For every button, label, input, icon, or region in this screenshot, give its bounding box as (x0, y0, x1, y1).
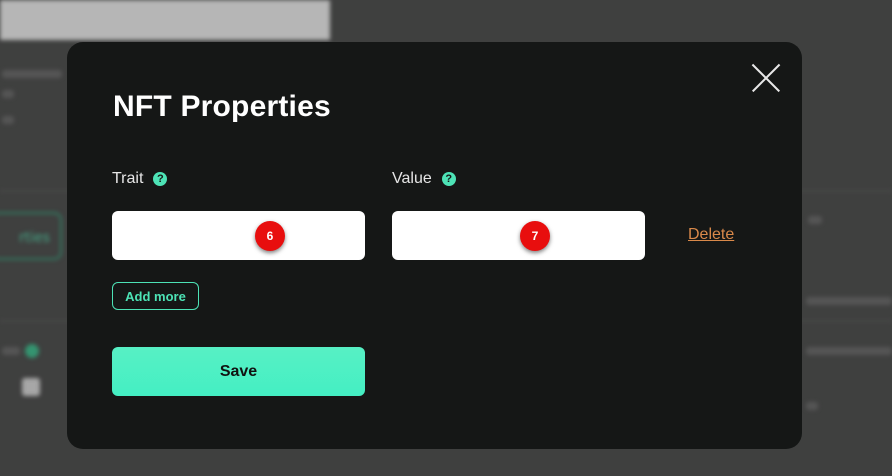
trait-input[interactable] (112, 211, 365, 260)
close-icon[interactable] (752, 64, 780, 92)
value-label: Value (392, 170, 432, 187)
add-more-button[interactable]: Add more (112, 282, 199, 310)
help-icon[interactable]: ? (441, 172, 456, 186)
annotation-marker-value: 7 (520, 221, 550, 251)
trait-label-row: Trait ? (112, 170, 168, 188)
value-input[interactable] (392, 211, 645, 260)
help-icon[interactable]: ? (153, 172, 168, 186)
trait-label: Trait (112, 170, 144, 187)
save-button[interactable]: Save (112, 347, 365, 396)
delete-link[interactable]: Delete (688, 226, 734, 244)
nft-properties-modal: NFT Properties Trait ? Value ? 6 7 Delet… (67, 42, 802, 449)
value-label-row: Value ? (392, 170, 456, 188)
modal-title: NFT Properties (113, 90, 331, 123)
annotation-marker-trait: 6 (255, 221, 285, 251)
